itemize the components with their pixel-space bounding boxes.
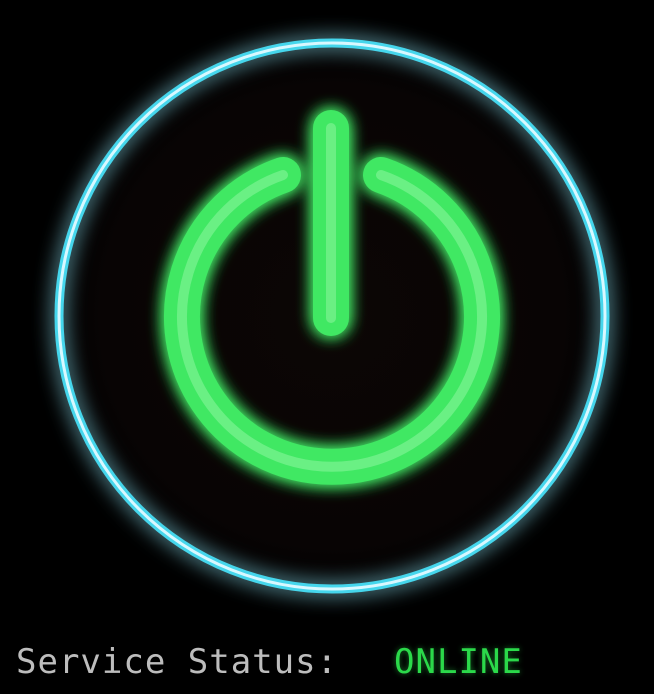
service-status-panel: Service Status: ONLINE — [0, 0, 654, 694]
power-icon — [54, 38, 610, 594]
status-label: Service Status: — [16, 642, 339, 682]
status-value: ONLINE — [394, 642, 523, 682]
status-bar: Service Status: ONLINE — [16, 638, 523, 686]
power-button[interactable] — [0, 0, 654, 630]
